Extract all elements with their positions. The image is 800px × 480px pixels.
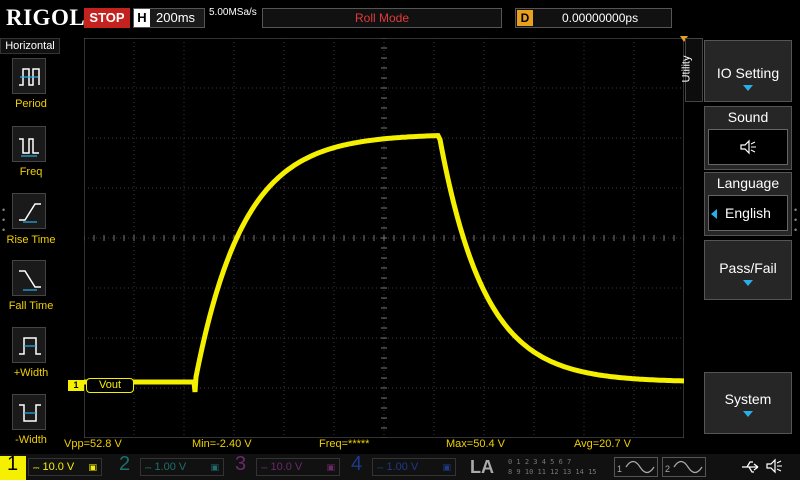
pass-fail-label: Pass/Fail [719, 260, 777, 276]
measure-rise-time-label: Rise Time [6, 234, 56, 246]
sound-label: Sound [727, 109, 769, 125]
channel-4-status[interactable]: 4 ⎓ 1.00 V ▣ [348, 453, 460, 478]
chevron-down-icon [743, 280, 753, 286]
brand-logo: RIGOL [6, 5, 86, 30]
channel-2-status[interactable]: 2 ⎓ 1.00 V ▣ [116, 453, 228, 478]
measurement-min: Min=-2.40 V [192, 438, 252, 450]
generator-1-button[interactable]: 1 [614, 457, 658, 477]
measurement-avg: Avg=20.7 V [574, 438, 631, 450]
channel-1-number: 1 [7, 453, 19, 475]
delay-tag: D [517, 10, 533, 26]
left-page-dots: • • • [2, 205, 6, 235]
io-setting-button[interactable]: IO Setting [704, 40, 792, 102]
measure-fall-time-button[interactable] [12, 260, 46, 296]
acquisition-mode[interactable]: Roll Mode [262, 8, 502, 28]
logic-analyzer-status[interactable]: LA 0 1 2 3 4 5 6 7 8 9 10 11 12 13 14 15 [464, 456, 614, 478]
timebase-indicator[interactable]: H 200ms [133, 8, 205, 28]
channel-2-scale-box: ⎓ 1.00 V ▣ [140, 458, 224, 476]
channel-3-number: 3 [235, 453, 247, 475]
positive-width-icon [19, 337, 41, 355]
channel-2-scale: 1.00 V [154, 461, 187, 473]
measure-negative-width-label: -Width [15, 434, 47, 446]
menu-title-text: Utility [680, 55, 693, 83]
channel-1-ground-marker[interactable]: 1 [68, 380, 84, 391]
measure-rise-time-button[interactable] [12, 193, 46, 229]
system-label: System [724, 391, 772, 407]
delay-indicator[interactable]: D 0.00000000ps [515, 8, 672, 28]
sine-wave-icon [625, 460, 655, 474]
generator-1-number: 1 [617, 464, 623, 474]
io-setting-label: IO Setting [716, 65, 780, 81]
channel-4-scale: 1.00 V [386, 461, 419, 473]
channel-1-bw-icon: ▣ [88, 462, 97, 472]
measure-fall-time-label: Fall Time [8, 300, 54, 312]
generator-2-button[interactable]: 2 [662, 457, 706, 477]
digital-channels-0-7: 0 1 2 3 4 5 6 7 [508, 458, 572, 466]
channel-1-scale: 10.0 V [42, 461, 75, 473]
digital-channel-grid: 0 1 2 3 4 5 6 7 8 9 10 11 12 13 14 15 [508, 457, 597, 477]
channel-2-bw-icon: ▣ [210, 462, 219, 472]
speaker-icon [766, 458, 782, 474]
measurement-max: Max=50.4 V [446, 438, 506, 450]
sound-button[interactable]: Sound [704, 106, 792, 170]
chevron-left-icon [711, 209, 717, 219]
channel-3-status[interactable]: 3 ⎓ 10.0 V ▣ [232, 453, 344, 478]
channel-2-number: 2 [119, 453, 131, 475]
channel-4-bw-icon: ▣ [442, 462, 451, 472]
speaker-icon [740, 139, 756, 155]
channel-3-bw-icon: ▣ [326, 462, 335, 472]
measure-freq-label: Freq [19, 166, 43, 178]
language-value: English [725, 205, 771, 221]
timebase-tag: H [134, 9, 150, 27]
rise-time-icon [19, 203, 41, 223]
run-stop-button[interactable]: STOP [84, 8, 130, 28]
channel-1-scale-box: ⎓ 10.0 V ▣ [28, 458, 102, 476]
fall-time-icon [19, 270, 41, 291]
measure-period-label: Period [15, 98, 47, 110]
pass-fail-button[interactable]: Pass/Fail [704, 240, 792, 300]
usb-icon [742, 461, 759, 473]
channel-4-scale-box: ⎓ 1.00 V ▣ [372, 458, 456, 476]
sample-rate: 5.00MSa/s [209, 7, 257, 18]
source-generators[interactable]: 1 2 [614, 456, 714, 478]
sound-value-box [708, 129, 788, 165]
period-icon [19, 68, 40, 86]
freq-icon [19, 138, 39, 157]
measure-category-title[interactable]: Horizontal [0, 38, 60, 54]
language-value-box: English [708, 195, 788, 231]
digital-channels-8-15: 8 9 10 11 12 13 14 15 [508, 468, 597, 476]
measurement-vpp: Vpp=52.8 V [64, 438, 122, 450]
right-page-dots: • • • [794, 205, 798, 235]
measure-negative-width-button[interactable] [12, 394, 46, 430]
sine-wave-icon [673, 460, 703, 474]
language-button[interactable]: Language English [704, 172, 792, 236]
measure-freq-button[interactable] [12, 126, 46, 162]
system-button[interactable]: System [704, 372, 792, 434]
channel-1-label[interactable]: Vout [86, 378, 134, 393]
negative-width-icon [19, 404, 41, 422]
delay-value: 0.00000000ps [562, 11, 639, 25]
logic-analyzer-label: LA [470, 457, 494, 477]
measure-positive-width-label: +Width [13, 367, 49, 379]
generator-2-number: 2 [665, 464, 671, 474]
channel-3-scale-box: ⎓ 10.0 V ▣ [256, 458, 340, 476]
chevron-down-icon [743, 411, 753, 417]
channel-1-status[interactable]: 1 ⎓ 10.0 V ▣ [0, 453, 112, 480]
channel-4-number: 4 [351, 453, 363, 475]
channel-3-scale: 10.0 V [270, 461, 303, 473]
measure-period-button[interactable] [12, 58, 46, 94]
timebase-value: 200ms [156, 10, 196, 25]
measure-positive-width-button[interactable] [12, 327, 46, 363]
chevron-down-icon [743, 85, 753, 91]
menu-title-utility: Utility [680, 38, 703, 102]
waveform-display[interactable] [84, 38, 684, 438]
language-label: Language [716, 175, 780, 191]
measurement-freq: Freq=***** [319, 438, 370, 450]
